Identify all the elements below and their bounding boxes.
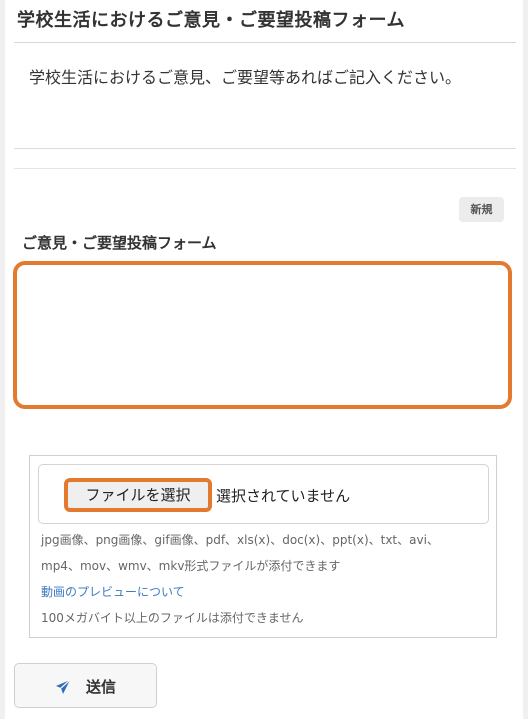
opinion-textarea[interactable] xyxy=(13,261,512,409)
allowed-formats-line-2: mp4、mov、wmv、mkv形式ファイルが添付できます xyxy=(41,559,341,573)
file-size-limit-note: 100メガバイト以上のファイルは添付できません xyxy=(41,611,304,625)
allowed-formats-line-1: jpg画像、png画像、gif画像、pdf、xls(x)、doc(x)、ppt(… xyxy=(41,533,439,547)
page-right-margin xyxy=(523,0,528,719)
video-preview-link[interactable]: 動画のプレビューについて xyxy=(41,583,185,600)
title-divider xyxy=(14,42,516,43)
send-icon xyxy=(56,679,71,694)
page-description: 学校生活におけるご意見、ご要望等あればご記入ください。 xyxy=(29,68,462,87)
page-title: 学校生活におけるご意見・ご要望投稿フォーム xyxy=(17,10,405,31)
file-status: 選択されていません xyxy=(216,487,351,505)
post-form-page: 学校生活におけるご意見・ご要望投稿フォーム 学校生活におけるご意見、ご要望等あれ… xyxy=(5,0,523,719)
new-badge: 新規 xyxy=(459,197,504,222)
form-label: ご意見・ご要望投稿フォーム xyxy=(22,234,217,252)
description-divider xyxy=(14,148,516,149)
send-button[interactable]: 送信 xyxy=(14,663,157,708)
section-divider xyxy=(14,168,516,169)
choose-file-button[interactable]: ファイルを選択 xyxy=(64,478,212,512)
file-upload-panel: ファイルを選択 選択されていません jpg画像、png画像、gif画像、pdf、… xyxy=(29,455,497,638)
send-button-label: 送信 xyxy=(86,678,117,696)
file-input-field[interactable]: ファイルを選択 選択されていません xyxy=(38,464,489,524)
